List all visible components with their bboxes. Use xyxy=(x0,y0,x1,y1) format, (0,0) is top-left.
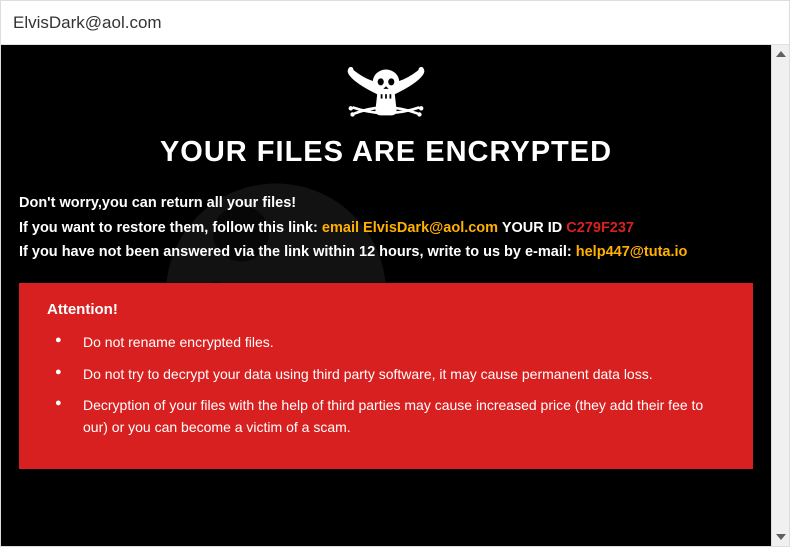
text-segment: If you have not been answered via the li… xyxy=(19,244,576,260)
scroll-down-icon[interactable] xyxy=(772,528,790,546)
text-segment: If you want to restore them, follow this… xyxy=(19,220,322,236)
vertical-scrollbar[interactable] xyxy=(771,45,789,546)
contact-email-secondary: help447@tuta.io xyxy=(576,244,688,260)
pirate-skull-icon xyxy=(19,59,753,130)
scroll-up-icon[interactable] xyxy=(772,45,790,63)
instruction-line-3: If you have not been answered via the li… xyxy=(19,240,753,265)
window-titlebar: ElvisDark@aol.com xyxy=(1,1,789,45)
attention-heading: Attention! xyxy=(47,301,725,318)
attention-list: Do not rename encrypted files. Do not tr… xyxy=(47,332,725,439)
ransom-note-body: risk xyxy=(1,45,771,546)
list-item: Do not rename encrypted files. xyxy=(83,332,725,354)
list-item: Decryption of your files with the help o… xyxy=(83,395,725,438)
window-title: ElvisDark@aol.com xyxy=(13,13,162,33)
attention-panel: Attention! Do not rename encrypted files… xyxy=(19,283,753,469)
list-item: Do not try to decrypt your data using th… xyxy=(83,364,725,386)
instruction-line-2: If you want to restore them, follow this… xyxy=(19,216,753,241)
text-segment: YOUR ID xyxy=(498,220,566,236)
instruction-line-1: Don't worry,you can return all your file… xyxy=(19,191,753,216)
content-wrapper: risk xyxy=(1,45,789,546)
ransom-heading: YOUR FILES ARE ENCRYPTED xyxy=(19,136,753,169)
victim-id: C279F237 xyxy=(566,220,634,236)
ransom-instructions: Don't worry,you can return all your file… xyxy=(19,191,753,265)
contact-email-primary: email ElvisDark@aol.com xyxy=(322,220,498,236)
